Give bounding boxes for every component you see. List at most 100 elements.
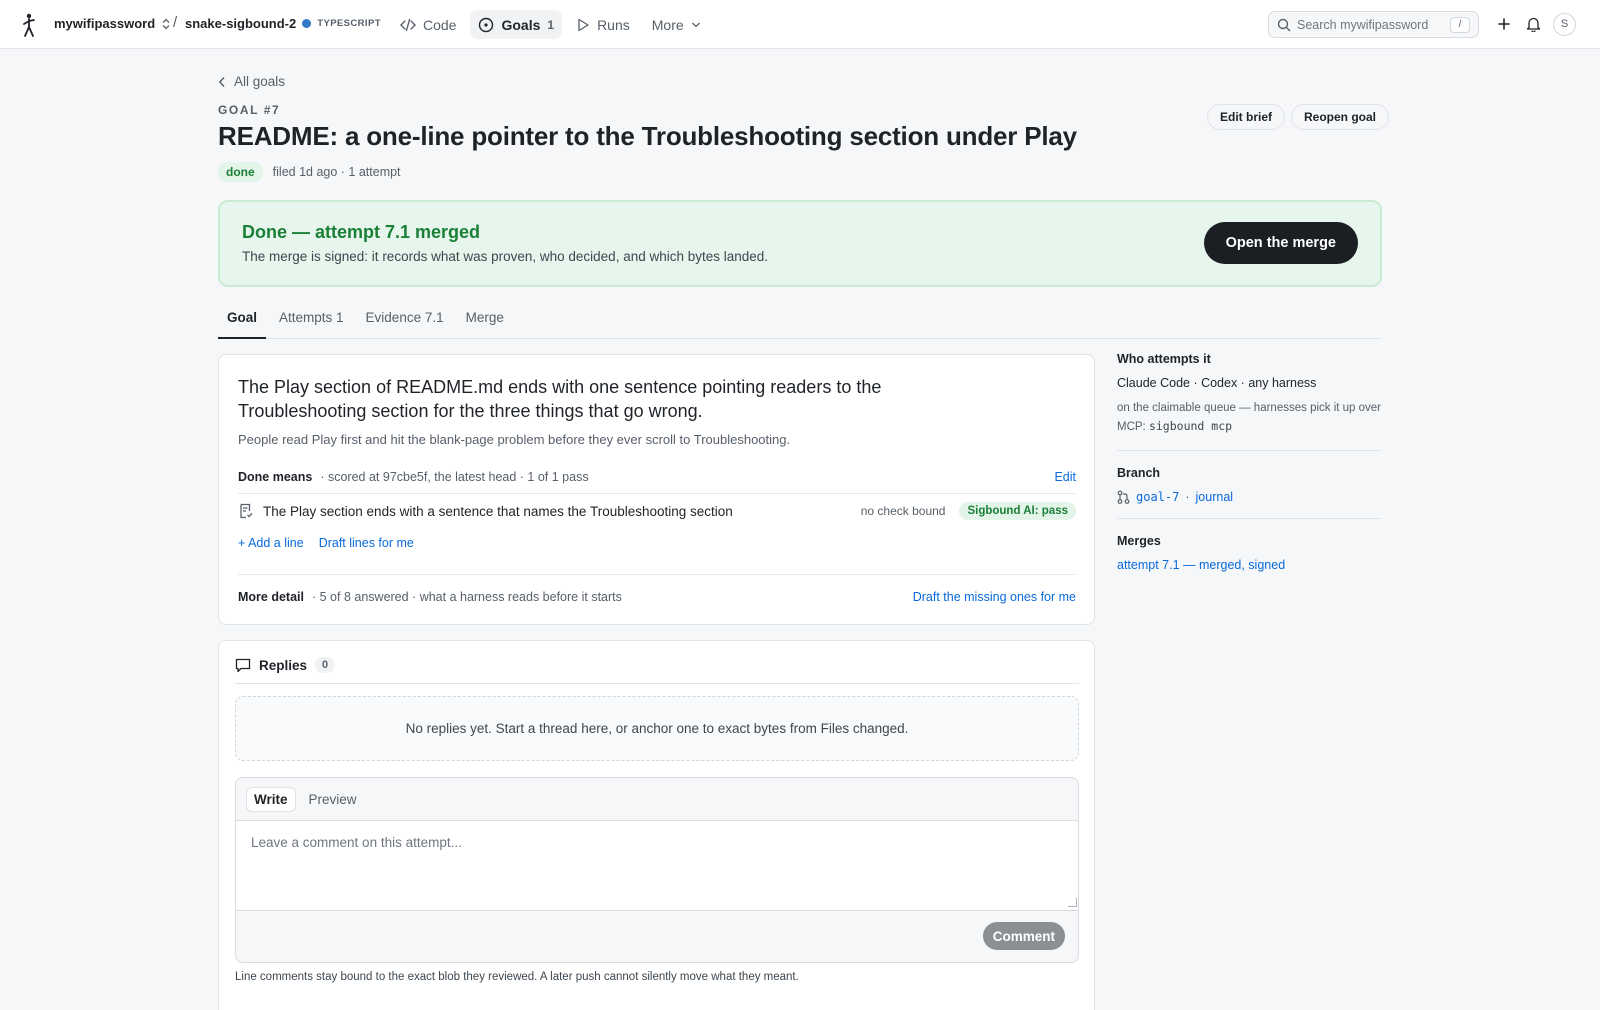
comment-placeholder: Leave a comment on this attempt...: [251, 835, 462, 850]
who-attempts-title: Who attempts it: [1117, 352, 1211, 366]
more-detail-meta: · 5 of 8 answered · what a harness reads…: [312, 590, 622, 604]
harness-list: Claude Code · Codex · any harness: [1117, 376, 1317, 390]
tab-merge[interactable]: Merge: [457, 304, 513, 339]
chevron-up-down-icon: [162, 18, 170, 29]
goal-target-icon: [479, 17, 494, 32]
avatar[interactable]: S: [1553, 13, 1576, 36]
queue-note: on the claimable queue — harnesses pick …: [1117, 399, 1382, 436]
nav-goals-count: 1: [547, 17, 555, 32]
mcp-command: sigbound mcp: [1148, 419, 1233, 433]
goal-card: The Play section of README.md ends with …: [218, 354, 1095, 625]
branch-dot: ·: [1185, 490, 1190, 504]
language-dot: [302, 19, 312, 28]
code-icon: [400, 18, 416, 31]
edit-brief-button[interactable]: Edit brief: [1207, 104, 1286, 130]
no-check-bound-label: no check bound: [860, 504, 946, 518]
tab-goal[interactable]: Goal: [218, 304, 267, 339]
comment-editor: Write Preview Leave a comment on this at…: [235, 777, 1079, 963]
goal-headline: The Play section of README.md ends with …: [238, 377, 882, 421]
empty-replies-message: No replies yet. Start a thread here, or …: [235, 696, 1079, 761]
app-logo-icon[interactable]: [18, 12, 42, 38]
reopen-goal-button[interactable]: Reopen goal: [1291, 104, 1390, 130]
nav-more-label: More: [651, 16, 684, 33]
back-label: All goals: [234, 74, 286, 89]
ai-pass-badge: Sigbound AI: pass: [959, 502, 1076, 520]
nav-code[interactable]: Code: [392, 10, 464, 39]
draft-lines-link[interactable]: Draft lines for me: [319, 536, 414, 550]
goal-number: GOAL #7: [218, 103, 281, 117]
sidebar: Who attempts it Claude Code · Codex · an…: [1117, 352, 1382, 601]
replies-count: 0: [315, 657, 336, 673]
divider: [235, 683, 1079, 684]
checklist-icon: [240, 503, 253, 519]
nav-runs-label: Runs: [597, 16, 630, 33]
nav-runs[interactable]: Runs: [568, 10, 638, 39]
done-line-item: The Play section ends with a sentence th…: [238, 502, 1076, 520]
breadcrumb-separator: /: [173, 14, 178, 31]
repo-nav: Code Goals 1 Runs More: [392, 10, 709, 39]
branch-name-link[interactable]: goal-7: [1136, 490, 1179, 504]
branch-icon: [1117, 490, 1130, 504]
repo-breadcrumb: snake-sigbound-2 TYPESCRIPT: [185, 16, 381, 31]
merged-banner: Done — attempt 7.1 merged The merge is s…: [218, 200, 1382, 287]
done-means-meta: · scored at 97cbe5f, the latest head · 1…: [320, 470, 589, 484]
banner-title: Done — attempt 7.1 merged: [242, 222, 481, 242]
play-icon: [578, 18, 589, 31]
org-name: mywifipassword: [54, 16, 156, 31]
tab-preview[interactable]: Preview: [302, 787, 364, 812]
journal-link[interactable]: journal: [1196, 490, 1234, 504]
nav-goals[interactable]: Goals 1: [470, 10, 563, 39]
resize-handle-icon[interactable]: [1068, 898, 1077, 907]
goal-meta: done filed 1d ago · 1 attempt: [218, 162, 401, 182]
edit-done-means-link[interactable]: Edit: [1054, 470, 1076, 484]
status-badge: done: [218, 162, 263, 182]
search-placeholder: Search mywifipassword: [1297, 17, 1429, 32]
merge-attempt-link[interactable]: attempt 7.1 — merged, signed: [1117, 558, 1382, 572]
chevron-left-icon: [218, 76, 225, 87]
done-means-row: Done means · scored at 97cbe5f, the late…: [238, 470, 1076, 484]
language-label: TYPESCRIPT: [317, 18, 381, 29]
draft-missing-link[interactable]: Draft the missing ones for me: [913, 590, 1076, 604]
back-to-all-goals[interactable]: All goals: [218, 74, 285, 89]
divider: [238, 574, 1076, 575]
open-merge-button[interactable]: Open the merge: [1203, 222, 1358, 264]
tab-attempts[interactable]: Attempts 1: [270, 304, 353, 339]
search-icon: [1277, 18, 1291, 31]
line-actions: + Add a line Draft lines for me: [238, 536, 414, 550]
goal-subtext: People read Play first and hit the blank…: [238, 432, 791, 447]
comment-button[interactable]: Comment: [982, 922, 1065, 950]
page-title: README: a one-line pointer to the Troubl…: [218, 121, 1077, 151]
nav-code-label: Code: [423, 16, 457, 33]
goal-meta-text: filed 1d ago · 1 attempt: [272, 165, 401, 179]
bell-icon[interactable]: [1523, 14, 1543, 34]
org-switcher[interactable]: mywifipassword: [54, 16, 171, 31]
top-bar: mywifipassword / snake-sigbound-2 TYPESC…: [0, 0, 1600, 49]
nav-goals-label: Goals: [501, 16, 541, 33]
branch-section: Branch goal-7 · journal: [1117, 466, 1382, 519]
tab-evidence[interactable]: Evidence 7.1: [357, 304, 453, 339]
replies-header: Replies 0: [235, 657, 336, 673]
branch-links: goal-7 · journal: [1117, 490, 1382, 504]
editor-tabs: Write Preview: [236, 778, 1078, 821]
replies-card: Replies 0 No replies yet. Start a thread…: [218, 640, 1095, 1010]
done-means-label: Done means: [238, 470, 313, 484]
search-shortcut: /: [1450, 16, 1470, 33]
search-input[interactable]: Search mywifipassword /: [1268, 11, 1479, 38]
comments-footnote: Line comments stay bound to the exact bl…: [235, 971, 799, 983]
done-line-text: The Play section ends with a sentence th…: [263, 503, 733, 519]
comment-icon: [235, 658, 251, 672]
repo-name[interactable]: snake-sigbound-2: [185, 16, 296, 31]
nav-more[interactable]: More: [644, 10, 709, 39]
comment-textarea[interactable]: Leave a comment on this attempt...: [236, 821, 1078, 911]
add-line-link[interactable]: + Add a line: [238, 536, 304, 550]
merges-title: Merges: [1117, 534, 1161, 548]
goal-tabs: Goal Attempts 1 Evidence 7.1 Merge: [218, 304, 1382, 339]
replies-title: Replies: [259, 657, 308, 673]
tab-write[interactable]: Write: [246, 786, 296, 812]
merges-section: Merges attempt 7.1 — merged, signed: [1117, 534, 1382, 586]
plus-icon[interactable]: [1494, 14, 1514, 34]
branch-title: Branch: [1117, 466, 1161, 480]
more-detail-label: More detail: [238, 590, 304, 604]
more-detail-row[interactable]: More detail · 5 of 8 answered · what a h…: [238, 590, 1076, 604]
divider: [238, 493, 1076, 494]
